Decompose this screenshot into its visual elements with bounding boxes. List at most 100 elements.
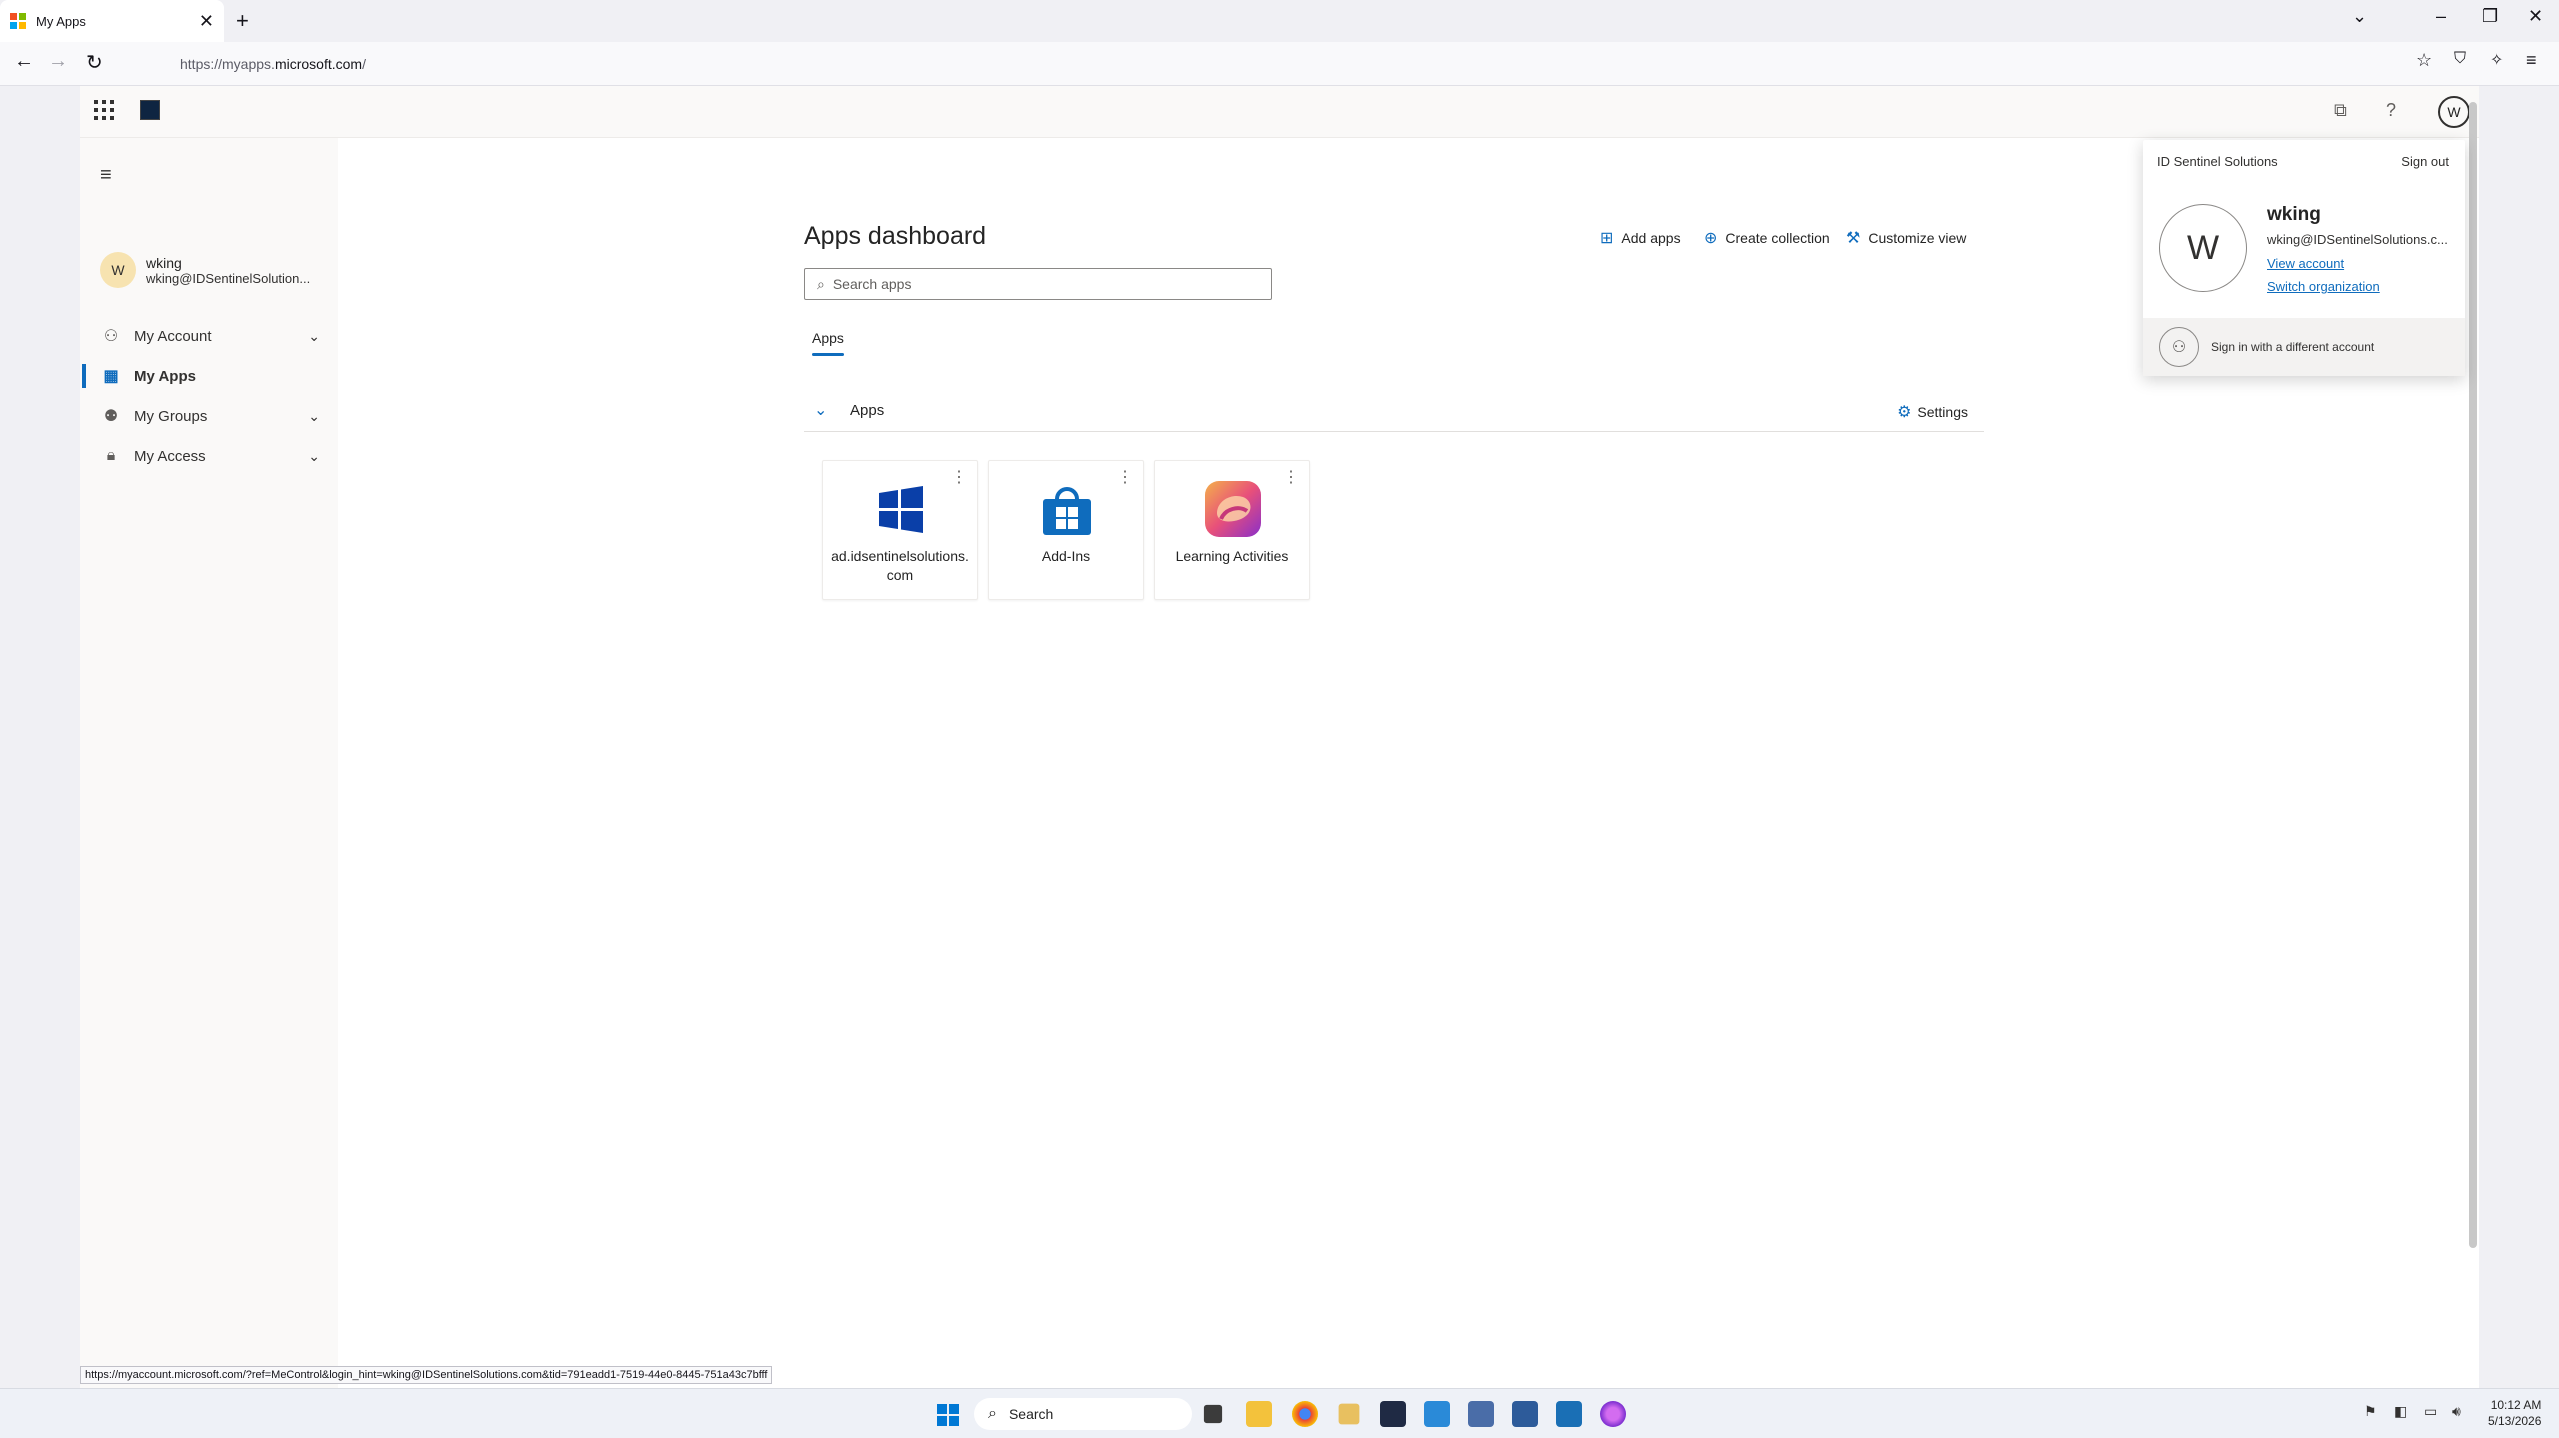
avatar: W [100, 252, 136, 288]
clock[interactable]: 10:12 AM 5/13/2026 [2488, 1397, 2541, 1429]
person-icon: ⚇ [103, 328, 119, 345]
taskbar-search[interactable]: ⌕ Search [974, 1398, 1192, 1430]
account-menu-popup: ID Sentinel Solutions Sign out W wking w… [2143, 140, 2465, 376]
account-avatar-button[interactable]: W [2438, 96, 2470, 128]
network-icon[interactable]: ▭ [2424, 1403, 2437, 1420]
view-account-link[interactable]: View account [2267, 256, 2344, 271]
more-options-icon[interactable]: ⋮ [1117, 467, 1133, 487]
app-tile-add-ins[interactable]: ⋮ Add-Ins [988, 460, 1144, 600]
close-tab-icon[interactable]: ✕ [199, 11, 214, 32]
restore-icon[interactable]: ❐ [2482, 6, 2498, 27]
windows-taskbar: ⌕ Search ⚑ ◧ ▭ 🔊︎ 10:12 AM 5/13/2026 [0, 1388, 2559, 1438]
chevron-down-icon[interactable]: ⌄ [308, 408, 320, 425]
app-icon[interactable] [1338, 1403, 1360, 1425]
add-apps-button[interactable]: ⊞ Add apps [1600, 228, 1681, 248]
add-apps-icon: ⊞ [1600, 230, 1614, 247]
browser-tab[interactable]: My Apps ✕ [0, 0, 224, 42]
chevron-down-icon[interactable]: ⌄ [814, 400, 827, 420]
bookmark-star-icon[interactable]: ☆ [2416, 50, 2432, 71]
gear-icon: ⚙ [1897, 404, 1912, 421]
minimize-icon[interactable]: – [2436, 6, 2446, 27]
customize-view-button[interactable]: ⚒ Customize view [1846, 228, 1966, 248]
settings-label: Settings [1917, 404, 1968, 420]
browser-nav-bar: ← → ↻ https://myapps. microsoft.com / ☆ ⛉ … [0, 42, 2559, 86]
search-placeholder: Search apps [832, 276, 912, 292]
store-bag-icon [1043, 487, 1091, 535]
more-options-icon[interactable]: ⋮ [1283, 467, 1299, 487]
search-icon: ⌕ [817, 275, 825, 292]
app-launcher-icon[interactable] [94, 100, 114, 120]
scrollbar[interactable] [2469, 102, 2477, 1248]
file-explorer-icon[interactable] [1246, 1401, 1272, 1427]
shield-icon[interactable]: ⛉ [2454, 50, 2466, 68]
extensions-icon[interactable]: ✧ [2490, 50, 2503, 70]
url-suffix: / [362, 56, 366, 72]
app-icon[interactable] [1556, 1401, 1582, 1427]
help-icon[interactable]: ? [2386, 100, 2396, 121]
organization-name: ID Sentinel Solutions [2157, 154, 2278, 169]
tab-title: My Apps [36, 13, 86, 29]
more-options-icon[interactable]: ⋮ [951, 467, 967, 487]
sign-in-different-account-button[interactable]: ⚇ Sign in with a different account [2143, 318, 2465, 376]
sidebar-item-label: My Groups [134, 407, 208, 425]
powershell-icon[interactable] [1512, 1401, 1538, 1427]
switch-organization-link[interactable]: Switch organization [2267, 279, 2380, 294]
windows-logo-icon [879, 486, 923, 533]
volume-icon[interactable]: 🔊︎ [2452, 1403, 2461, 1420]
clock-time: 10:12 AM [2490, 1398, 2542, 1412]
section-label: Apps [850, 402, 885, 419]
settings-button[interactable]: ⚙ Settings [1897, 402, 1968, 422]
back-icon[interactable]: ← [14, 50, 34, 73]
people-icon: ⚉ [103, 408, 119, 425]
account-name: wking [2267, 204, 2321, 225]
new-tab-button[interactable]: + [236, 8, 249, 34]
sidebar-item-label: My Account [134, 327, 212, 345]
sidebar-user: W wking wking@IDSentinelSolution... [100, 252, 310, 288]
search-input[interactable]: ⌕ Search apps [804, 268, 1272, 300]
task-view-icon[interactable] [1203, 1404, 1223, 1424]
add-apps-label: Add apps [1621, 230, 1681, 246]
tray-app-icon[interactable]: ⚑ [2364, 1403, 2377, 1420]
app-tile-ad-idsentinelsolutions[interactable]: ⋮ ad.idsentinelsolutions.com [822, 460, 978, 600]
create-collection-button[interactable]: ⊕ Create collection [1704, 228, 1830, 248]
url-bar[interactable]: https://myapps. microsoft.com / [122, 48, 2422, 80]
customize-view-label: Customize view [1868, 230, 1967, 246]
tray-app-icon[interactable]: ◧ [2394, 1403, 2407, 1420]
browser-tab-bar: My Apps ✕ + ⌄ – ❐ ✕ [0, 0, 2559, 42]
clock-date: 5/13/2026 [2488, 1414, 2542, 1428]
page-title: Apps dashboard [804, 222, 987, 250]
other-account-label: Sign in with a different account [2211, 340, 2375, 354]
firefox-icon[interactable] [1600, 1401, 1626, 1427]
search-icon: ⌕ [988, 1405, 997, 1422]
forward-icon[interactable]: → [48, 50, 68, 73]
terminal-icon[interactable] [1380, 1401, 1406, 1427]
sidebar-item-my-account[interactable]: ⚇ My Account ⌄ [80, 318, 338, 354]
tab-apps[interactable]: Apps [804, 330, 852, 356]
chrome-icon[interactable] [1292, 1401, 1318, 1427]
apps-section-header: ⌄ Apps ⚙ Settings [804, 396, 1984, 432]
sidebar-item-my-access[interactable]: 🔒︎ My Access ⌄ [80, 438, 338, 474]
start-button[interactable] [937, 1404, 959, 1426]
vscode-icon[interactable] [1424, 1401, 1450, 1427]
tab-list: Apps [804, 330, 852, 356]
sidebar-item-label: My Access [134, 447, 206, 465]
organization-icon[interactable]: ⧉ [2334, 100, 2347, 121]
sidebar-item-my-groups[interactable]: ⚉ My Groups ⌄ [80, 398, 338, 434]
list-tabs-icon[interactable]: ⌄ [2352, 6, 2367, 27]
hamburger-menu-icon[interactable]: ≡ [100, 164, 112, 187]
menu-icon[interactable]: ≡ [2526, 50, 2537, 71]
app-tile-learning-activities[interactable]: ⋮ Learning Activities [1154, 460, 1310, 600]
reload-icon[interactable]: ↻ [86, 50, 103, 75]
sidebar-item-my-apps[interactable]: ▦ My Apps [80, 358, 338, 394]
chevron-down-icon[interactable]: ⌄ [308, 448, 320, 465]
close-window-icon[interactable]: ✕ [2528, 6, 2543, 27]
sign-out-link[interactable]: Sign out [2401, 154, 2449, 169]
app-tile-label: Add-Ins [1041, 548, 1091, 564]
app-icon[interactable] [1468, 1401, 1494, 1427]
sidebar-item-label: My Apps [134, 367, 196, 385]
app-tile-label: Learning Activities [1175, 548, 1289, 564]
user-email: wking@IDSentinelSolution... [146, 270, 311, 286]
url-prefix: https://myapps. [180, 56, 275, 72]
organization-logo[interactable] [140, 100, 160, 120]
chevron-down-icon[interactable]: ⌄ [308, 328, 320, 345]
